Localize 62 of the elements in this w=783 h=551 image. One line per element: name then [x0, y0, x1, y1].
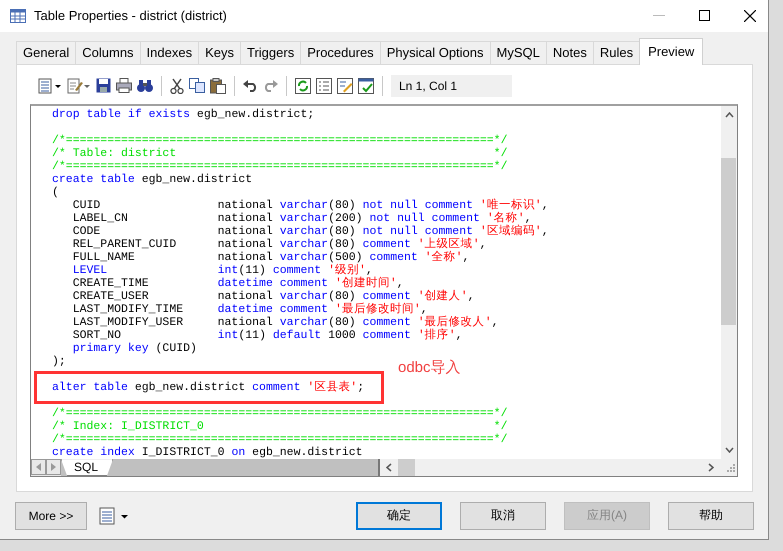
code-line: /*==============================================================*/: [52, 406, 508, 420]
code-line: drop table if exists egb_new.district;: [52, 108, 314, 121]
horizontal-scrollbar[interactable]: [380, 459, 737, 476]
code-line: create table egb_new.district: [52, 172, 252, 186]
horizontal-scroll-thumb[interactable]: [398, 459, 416, 476]
code-line: FULL_NAME national varchar(500) comment '全称',: [72, 250, 470, 264]
dialog-button[interactable]: 取消: [460, 502, 546, 530]
code-line: primary key (CUID): [72, 342, 197, 355]
dialog-button[interactable]: 确定: [356, 502, 442, 530]
binoculars-icon[interactable]: [137, 78, 153, 93]
scroll-down-icon[interactable]: [724, 447, 734, 454]
code-line: /* Index: I_DISTRICT_0 */: [52, 420, 508, 433]
redo-icon[interactable]: [263, 79, 278, 92]
edit-form-icon[interactable]: [337, 78, 353, 94]
code-line: alter table egb_new.district comment '区县表';: [52, 380, 364, 394]
scroll-thumb[interactable]: [721, 158, 736, 325]
code-line: CREATE_TIME datetime comment '创建时间',: [72, 276, 404, 290]
code-line: CODE national varchar(80) not null comment '区域编码',: [72, 224, 549, 238]
sql-editor[interactable]: [30, 104, 738, 478]
undo-icon[interactable]: [243, 79, 258, 92]
code-line: LABEL_CN national varchar(200) not null comment '名称',: [72, 212, 532, 225]
code-line: CUID national varchar(80) not null comment '唯一标识',: [72, 198, 549, 212]
sql-tab[interactable]: SQL: [61, 459, 114, 476]
scroll-left-icon[interactable]: [386, 463, 392, 472]
dialog-button[interactable]: 帮助: [668, 502, 754, 530]
edit-icon[interactable]: [67, 78, 91, 94]
window-title: Table Properties - district (district): [34, 8, 227, 24]
scroll-right-icon[interactable]: [708, 463, 714, 472]
code-line: LAST_MODIFY_TIME datetime comment '最后修改时间',: [72, 302, 428, 316]
code-line: /*==============================================================*/: [52, 160, 508, 173]
print-icon[interactable]: [116, 78, 132, 94]
code-line: REL_PARENT_CUID national varchar(80) comment '上级区域',: [72, 238, 487, 251]
code-line: SORT_NO int(11) default 1000 comment '排序',: [72, 328, 463, 342]
code-line: /*==============================================================*/: [52, 432, 508, 446]
cursor-position: Ln 1, Col 1: [391, 74, 512, 97]
tab[interactable]: General: [16, 40, 76, 64]
resize-grip-icon[interactable]: [726, 463, 735, 472]
copy-icon[interactable]: [189, 78, 205, 94]
code-line: /*==============================================================*/: [52, 134, 508, 147]
more-button[interactable]: More >>: [15, 502, 87, 530]
list-dropdown-icon[interactable]: [99, 506, 129, 525]
close-icon[interactable]: [744, 10, 756, 22]
annotation-text: odbc导入: [398, 360, 461, 374]
list-icon[interactable]: [38, 78, 62, 94]
table-icon: [10, 8, 26, 23]
code-line: create index I_DISTRICT_0 on egb_new.district: [52, 446, 363, 459]
paste-icon[interactable]: [210, 78, 226, 94]
scroll-up-icon[interactable]: [724, 112, 734, 118]
cut-icon[interactable]: [170, 78, 184, 94]
code-line: CREATE_USER national varchar(80) comment '创建人',: [72, 290, 475, 303]
checklist-icon[interactable]: [358, 78, 374, 94]
vertical-scrollbar[interactable]: [721, 106, 737, 460]
code-line: );: [52, 354, 66, 368]
properties-icon[interactable]: [316, 78, 332, 94]
save-icon[interactable]: [96, 78, 111, 94]
refresh-icon[interactable]: [295, 78, 311, 94]
code-line: /* Table: district */: [52, 146, 508, 160]
code-line: LAST_MODIFY_USER national varchar(80) comment '最后修改人',: [72, 316, 499, 329]
code-line: (: [52, 186, 59, 199]
tab[interactable]: Preview: [639, 38, 704, 65]
maximize-icon[interactable]: [699, 10, 710, 22]
code-line: LEVEL int(11) comment '级别',: [72, 264, 373, 277]
